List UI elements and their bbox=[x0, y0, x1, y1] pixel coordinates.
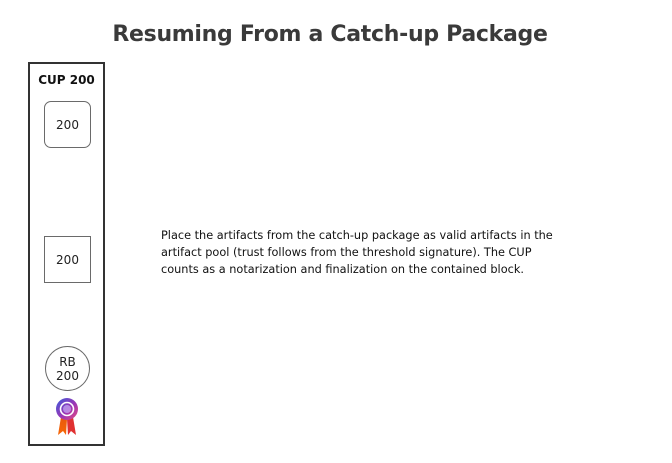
random-beacon-node: RB 200 bbox=[45, 346, 90, 391]
random-beacon-label: RB bbox=[59, 354, 76, 369]
cup-label: CUP 200 bbox=[38, 73, 95, 87]
cup-container: CUP 200 200 200 RB 200 bbox=[28, 62, 105, 446]
rosette-badge-icon bbox=[56, 398, 78, 435]
block-proposal-node: 200 bbox=[44, 101, 91, 148]
random-beacon-height: 200 bbox=[56, 368, 79, 383]
block-height: 200 bbox=[56, 252, 79, 267]
description-text: Place the artifacts from the catch-up pa… bbox=[161, 229, 553, 276]
block-node: 200 bbox=[44, 236, 91, 283]
block-proposal-height: 200 bbox=[56, 117, 79, 132]
page-title: Resuming From a Catch-up Package bbox=[112, 22, 548, 47]
